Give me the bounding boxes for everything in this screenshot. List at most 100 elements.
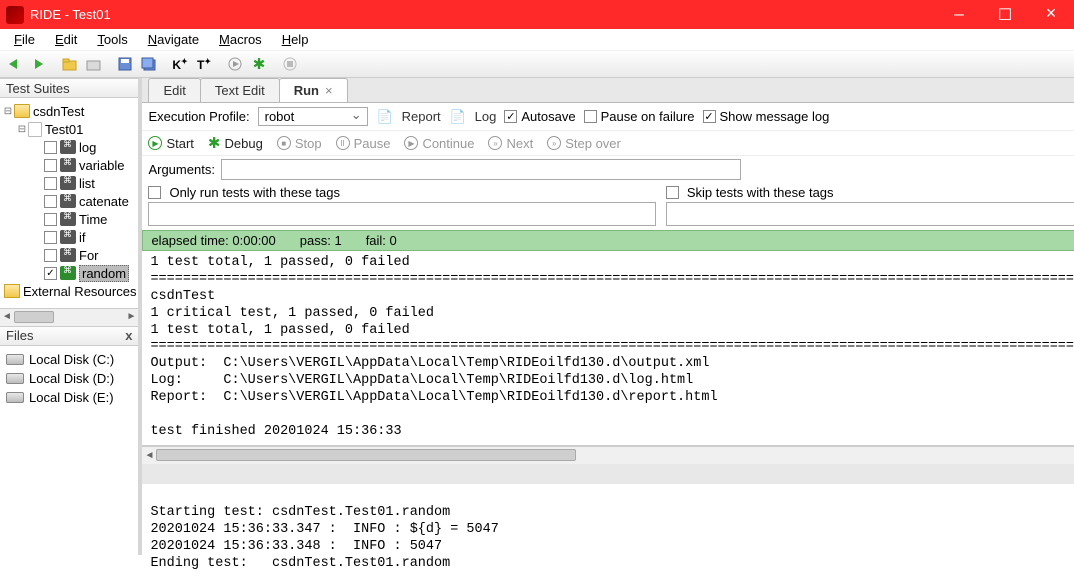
tree-item-catenate[interactable]: catenate [2, 192, 136, 210]
tree-checkbox[interactable] [44, 159, 57, 172]
exec-profile-select[interactable]: robot [258, 107, 368, 126]
status-bar: elapsed time: 0:00:00 pass: 1 fail: 0 [142, 230, 1074, 251]
debug-button[interactable]: ✱Debug [208, 134, 263, 152]
menu-help[interactable]: Help [272, 30, 319, 49]
menubar: File Edit Tools Navigate Macros Help [0, 29, 1074, 51]
open2-button[interactable] [83, 53, 105, 75]
report-link[interactable]: Report [402, 109, 441, 124]
window-title: RIDE - Test01 [30, 7, 936, 22]
tree-item-label: Time [79, 212, 107, 227]
log-file-icon: 📄 [449, 108, 467, 126]
pause-on-failure-checkbox[interactable] [584, 110, 597, 123]
output-log[interactable]: 1 test total, 1 passed, 0 failed =======… [142, 251, 1074, 446]
message-log[interactable]: Starting test: csdnTest.Test01.random 20… [142, 484, 1074, 576]
keyword-icon [60, 230, 76, 244]
start-button[interactable]: ▶Start [148, 136, 193, 151]
tabbar: Edit Text Edit Run× [142, 78, 1074, 102]
tree-item-label: log [79, 140, 96, 155]
run-page: Execution Profile: robot 📄 Report 📄 Log … [142, 102, 1074, 576]
open-button[interactable] [59, 53, 81, 75]
files-close-button[interactable]: x [125, 328, 132, 343]
log-link[interactable]: Log [475, 109, 497, 124]
keyword-icon [60, 140, 76, 154]
minimize-button[interactable]: — [936, 0, 982, 29]
execution-row: Execution Profile: robot 📄 Report 📄 Log … [142, 103, 1074, 131]
tree-hscrollbar[interactable]: ◄► [0, 308, 138, 326]
skip-tags-input[interactable] [666, 202, 1074, 226]
tab-run[interactable]: Run× [279, 78, 348, 102]
stepover-button[interactable]: »Step over [547, 136, 621, 151]
tree-external[interactable]: External Resources [2, 282, 136, 300]
test-suites-tree[interactable]: ⊟csdnTest ⊟Test01 logvariable list catenat… [0, 98, 138, 308]
tree-item-log[interactable]: log [2, 138, 136, 156]
tree-item-list[interactable]: list [2, 174, 136, 192]
pause-button[interactable]: IIPause [336, 136, 391, 151]
tree-item-label: list [79, 176, 95, 191]
menu-tools[interactable]: Tools [87, 30, 137, 49]
splitter[interactable] [142, 464, 1074, 484]
tree-checkbox[interactable] [44, 195, 57, 208]
keyword-t-button[interactable]: T✦ [193, 53, 215, 75]
save-button[interactable] [114, 53, 136, 75]
maximize-button[interactable]: ☐ [982, 0, 1028, 29]
only-tags-checkbox[interactable] [148, 186, 161, 199]
menu-macros[interactable]: Macros [209, 30, 272, 49]
menu-navigate[interactable]: Navigate [138, 30, 209, 49]
keyword-icon [60, 248, 76, 262]
autosave-checkbox[interactable]: ✓ [504, 110, 517, 123]
tree-item-label: catenate [79, 194, 129, 209]
tab-textedit[interactable]: Text Edit [200, 78, 280, 102]
keyword-icon [60, 266, 76, 280]
keyword-icon [60, 194, 76, 208]
stop-button[interactable]: ■Stop [277, 136, 322, 151]
saveall-button[interactable] [138, 53, 160, 75]
files-list[interactable]: Local Disk (C:)Local Disk (D:) Local Disk… [0, 346, 138, 556]
continue-button[interactable]: ▶Continue [404, 136, 474, 151]
controls-row: ▶Start ✱Debug ■Stop IIPause ▶Continue »N… [142, 131, 1074, 156]
disk-icon [6, 392, 24, 403]
tree-item-random[interactable]: ✓random [2, 264, 136, 282]
tree-item-For[interactable]: For [2, 246, 136, 264]
file-icon [28, 122, 42, 137]
close-button[interactable]: × [1028, 0, 1074, 29]
show-msg-log-checkbox[interactable]: ✓ [703, 110, 716, 123]
drive-label: Local Disk (E:) [29, 390, 114, 405]
stop-tb-button[interactable] [279, 53, 301, 75]
drive-item[interactable]: Local Disk (D:) [6, 369, 132, 388]
tree-suite[interactable]: ⊟Test01 [2, 120, 136, 138]
app-icon [6, 6, 24, 24]
debug-button[interactable]: ✱ [248, 53, 270, 75]
disk-icon [6, 373, 24, 384]
tree-item-if[interactable]: if [2, 228, 136, 246]
tree-checkbox[interactable] [44, 141, 57, 154]
forward-button[interactable] [28, 53, 50, 75]
tree-item-label: if [79, 230, 86, 245]
status-elapsed: elapsed time: 0:00:00 [151, 233, 275, 248]
output-hscrollbar[interactable]: ◄► [142, 446, 1074, 464]
status-pass: pass: 1 [300, 233, 342, 248]
tree-item-variable[interactable]: variable [2, 156, 136, 174]
tree-checkbox[interactable] [44, 231, 57, 244]
arguments-input[interactable] [221, 159, 741, 180]
only-tags-input[interactable] [148, 202, 655, 226]
tab-edit[interactable]: Edit [148, 78, 200, 102]
run-button[interactable] [224, 53, 246, 75]
next-button[interactable]: »Next [488, 136, 533, 151]
tree-checkbox[interactable] [44, 213, 57, 226]
back-button[interactable] [4, 53, 26, 75]
tree-checkbox[interactable] [44, 249, 57, 262]
skip-tags-checkbox[interactable] [666, 186, 679, 199]
menu-edit[interactable]: Edit [45, 30, 87, 49]
tree-checkbox[interactable] [44, 177, 57, 190]
keyword-k-button[interactable]: K✦ [169, 53, 191, 75]
tree-root[interactable]: ⊟csdnTest [2, 102, 136, 120]
folder-icon [4, 284, 20, 298]
menu-file[interactable]: File [4, 30, 45, 49]
tree-checkbox[interactable]: ✓ [44, 267, 57, 280]
drive-item[interactable]: Local Disk (C:) [6, 350, 132, 369]
close-icon[interactable]: × [325, 83, 333, 98]
tree-item-label: For [79, 248, 99, 263]
status-fail: fail: 0 [366, 233, 397, 248]
drive-item[interactable]: Local Disk (E:) [6, 388, 132, 407]
tree-item-Time[interactable]: Time [2, 210, 136, 228]
